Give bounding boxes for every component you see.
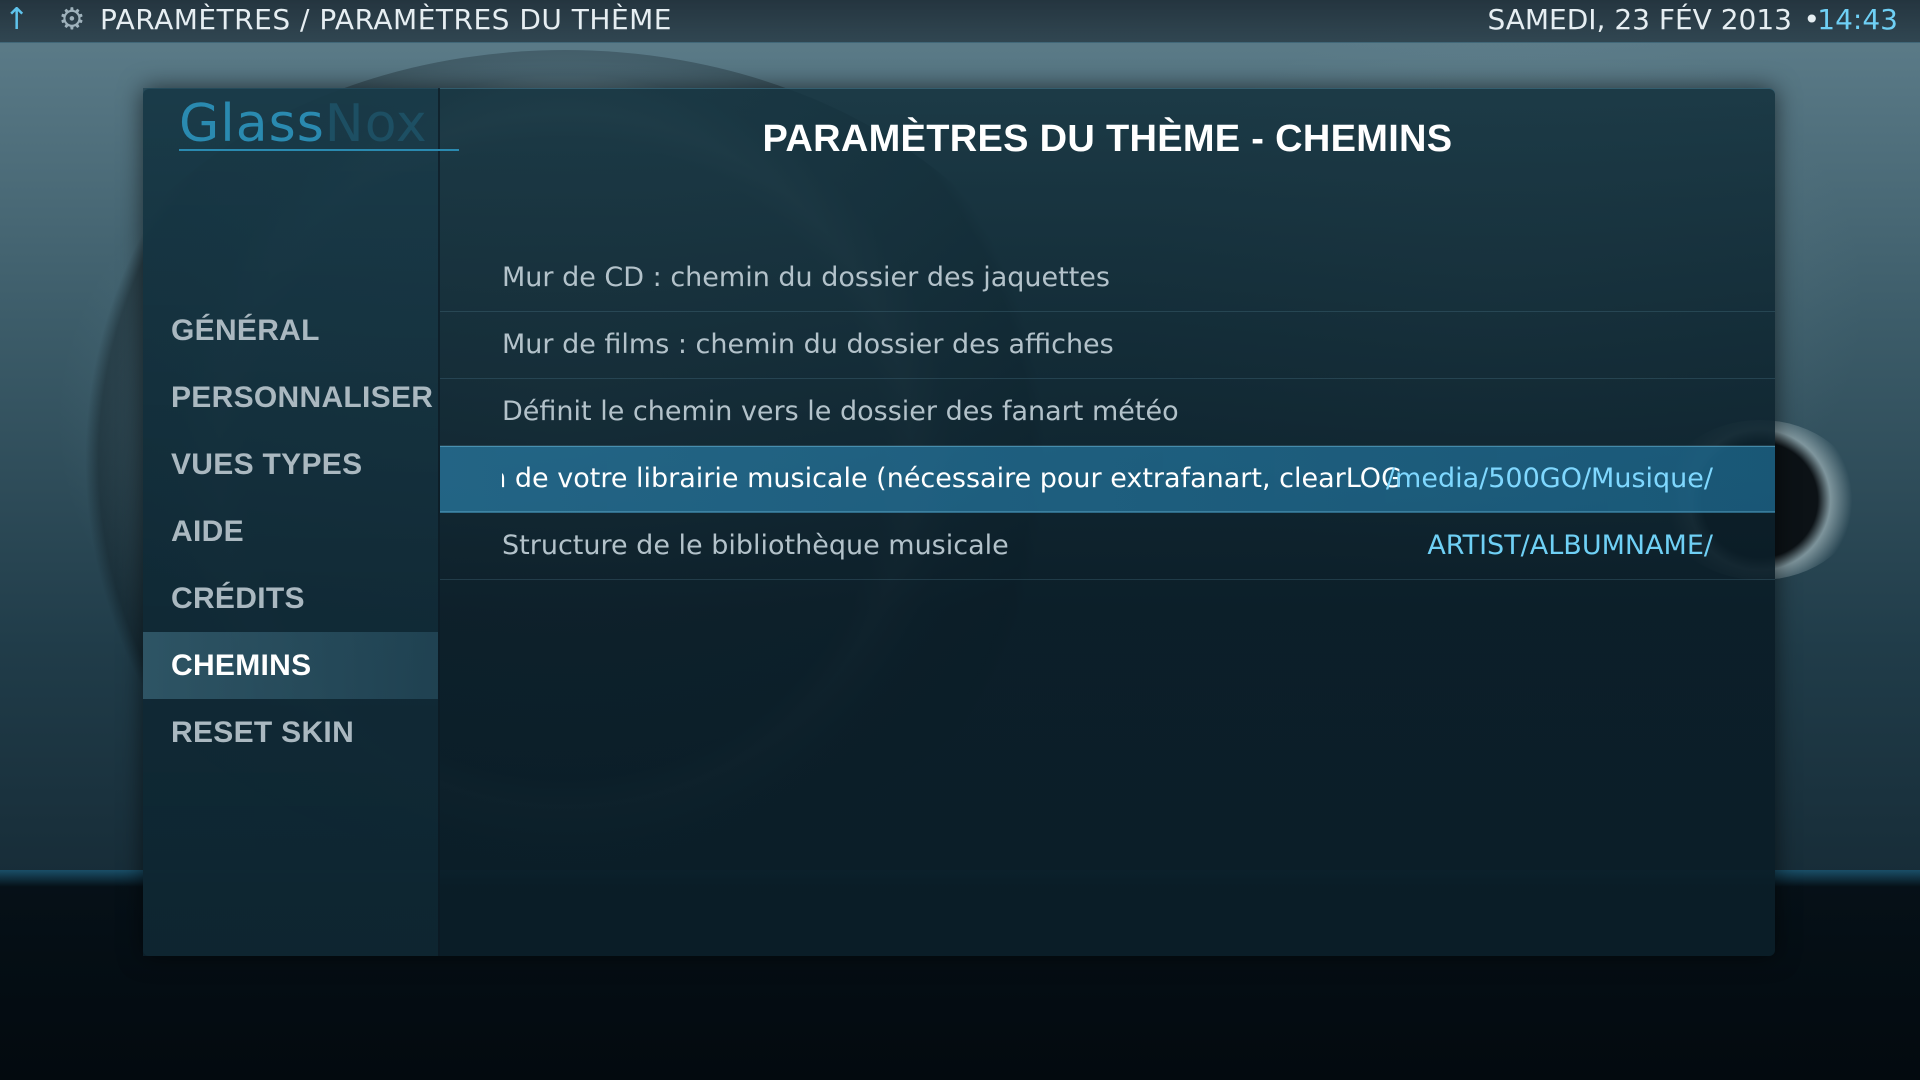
setting-label: Mur de films : chemin du dossier des aff…: [502, 329, 1114, 360]
setting-row-music-library-path[interactable]: e chemin de votre librairie musicale (né…: [440, 446, 1775, 513]
logo-text-glass: Glass: [179, 94, 325, 154]
sidebar-menu: GÉNÉRAL PERSONNALISER VUES TYPES AIDE CR…: [143, 297, 438, 766]
setting-row-cd-wall-path[interactable]: Mur de CD : chemin du dossier des jaquet…: [440, 245, 1775, 312]
sidebar-item-aide[interactable]: AIDE: [143, 498, 438, 565]
sidebar-item-personnaliser[interactable]: PERSONNALISER: [143, 364, 438, 431]
setting-row-movie-wall-path[interactable]: Mur de films : chemin du dossier des aff…: [440, 312, 1775, 379]
setting-label: Structure de le bibliothèque musicale: [502, 530, 1009, 561]
breadcrumb: PARAMÈTRES / PARAMÈTRES DU THÈME: [100, 3, 672, 36]
settings-panel: GlassNox GÉNÉRAL PERSONNALISER VUES TYPE…: [143, 88, 1775, 956]
setting-label: e chemin de votre librairie musicale (né…: [502, 446, 1402, 512]
content-area: PARAMÈTRES DU THÈME - CHEMINS Mur de CD …: [440, 88, 1775, 956]
sidebar-item-chemins[interactable]: CHEMINS: [143, 632, 438, 699]
setting-label: Mur de CD : chemin du dossier des jaquet…: [502, 262, 1110, 293]
logo-text-nox: Nox: [324, 94, 428, 154]
sidebar-item-reset-skin[interactable]: RESET SKIN: [143, 699, 438, 766]
setting-row-music-library-structure[interactable]: Structure de le bibliothèque musicale AR…: [440, 513, 1775, 580]
date-label: SAMEDI, 23 FÉV 2013: [1487, 3, 1792, 36]
setting-value: /media/500GO/Musique/: [1385, 463, 1713, 494]
sidebar: GlassNox GÉNÉRAL PERSONNALISER VUES TYPE…: [143, 88, 459, 956]
gear-icon: ⚙: [58, 2, 86, 37]
settings-list: Mur de CD : chemin du dossier des jaquet…: [440, 245, 1775, 580]
skin-logo: GlassNox: [179, 94, 459, 184]
setting-row-weather-fanart-path[interactable]: Définit le chemin vers le dossier des fa…: [440, 379, 1775, 446]
top-bar: ↑ ⚙ PARAMÈTRES / PARAMÈTRES DU THÈME SAM…: [0, 0, 1920, 43]
page-title: PARAMÈTRES DU THÈME - CHEMINS: [762, 118, 1453, 160]
setting-label: Définit le chemin vers le dossier des fa…: [502, 396, 1179, 427]
setting-value: ARTIST/ALBUMNAME/: [1427, 530, 1713, 561]
logo-underline: [179, 149, 459, 151]
sidebar-item-vues-types[interactable]: VUES TYPES: [143, 431, 438, 498]
sidebar-item-credits[interactable]: CRÉDITS: [143, 565, 438, 632]
clock: 14:43: [1817, 3, 1898, 36]
setting-label-text: e chemin de votre librairie musicale (né…: [502, 463, 1402, 494]
sidebar-item-general[interactable]: GÉNÉRAL: [143, 297, 438, 364]
up-arrow-icon[interactable]: ↑: [4, 4, 29, 36]
